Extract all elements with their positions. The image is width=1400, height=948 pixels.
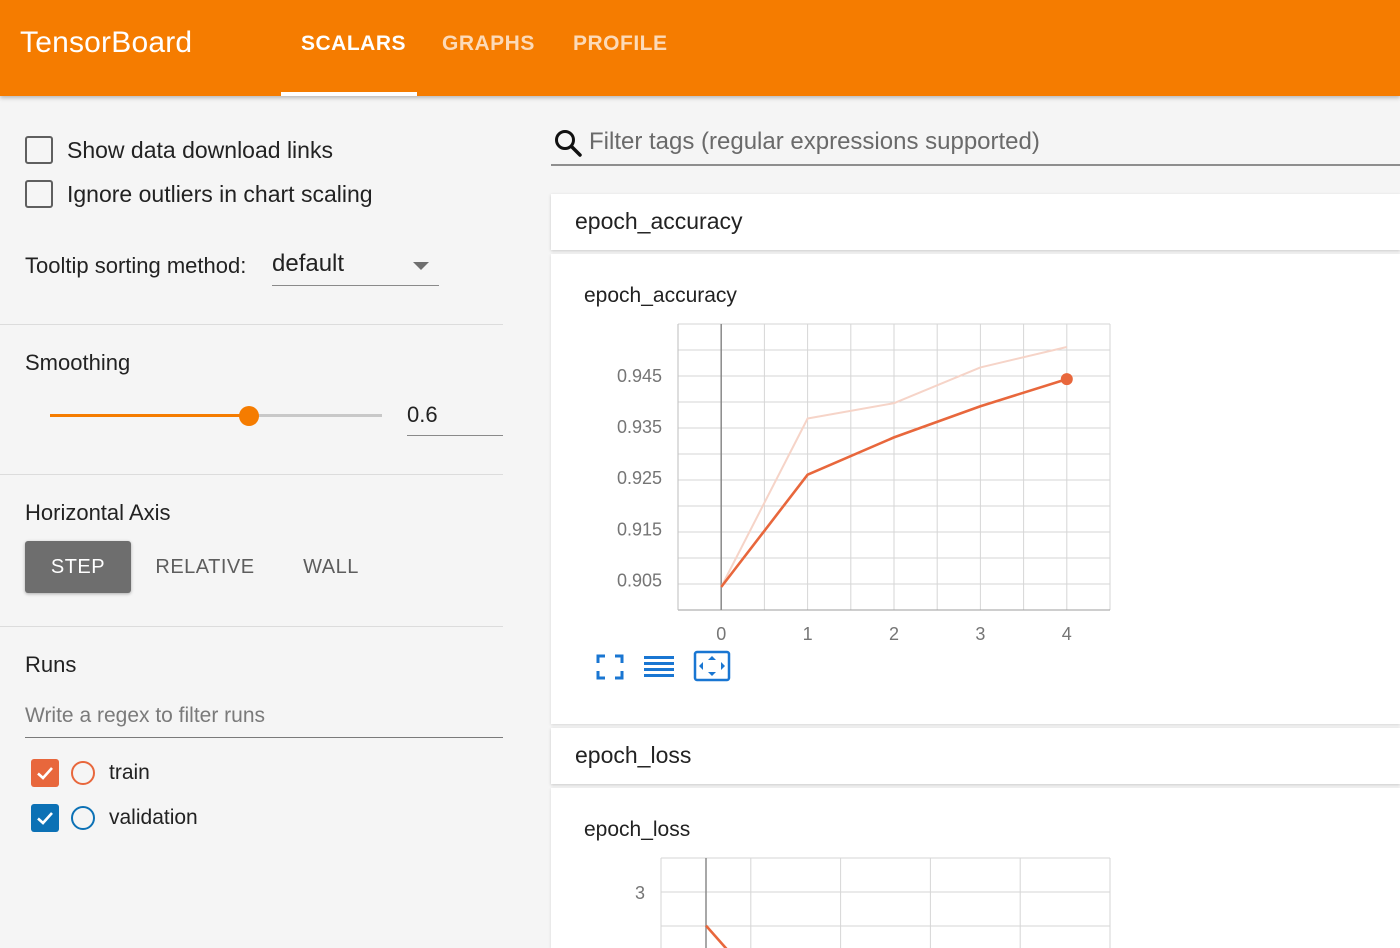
caret-down-icon [413, 262, 429, 270]
run-item-train[interactable]: train [31, 759, 150, 787]
x-tick-label: 1 [803, 624, 813, 644]
list-icon [644, 656, 674, 677]
run-train-checkbox[interactable] [31, 759, 59, 787]
x-tick-label: 2 [889, 624, 899, 644]
tooltip-sorting-select[interactable]: default [272, 246, 439, 286]
y-tick-label: 0.905 [617, 570, 662, 590]
accuracy-chart[interactable]: 0.945 0.935 0.925 0.915 0.905 0 1 2 3 4 [551, 254, 1400, 724]
runs-filter-input[interactable]: Write a regex to filter runs [25, 696, 503, 738]
horizontal-axis-title: Horizontal Axis [25, 500, 171, 525]
tab-scalars[interactable]: SCALARS [301, 32, 406, 56]
tooltip-sorting-label: Tooltip sorting method: [25, 253, 247, 278]
axis-wall-button[interactable]: WALL [285, 541, 377, 593]
run-train-color-radio[interactable] [71, 761, 95, 785]
ignore-outliers-option[interactable]: Ignore outliers in chart scaling [25, 180, 373, 208]
show-download-links-label: Show data download links [67, 136, 333, 163]
axis-step-button[interactable]: STEP [25, 541, 131, 593]
divider [0, 474, 503, 475]
toggle-y-log-button[interactable] [642, 652, 676, 682]
pane-title: epoch_loss [575, 742, 692, 768]
smoothing-input[interactable]: 0.6 [407, 396, 503, 436]
fit-domain-button[interactable] [693, 650, 731, 682]
train-smoothed-line [705, 924, 728, 948]
tooltip-sorting-value: default [272, 250, 345, 277]
fit-domain-icon [693, 650, 731, 682]
pane-header-epoch-loss[interactable]: epoch_loss [551, 728, 1400, 784]
x-tick-label: 3 [975, 624, 985, 644]
search-icon [555, 130, 582, 157]
run-validation-color-radio[interactable] [71, 806, 95, 830]
run-train-label: train [109, 761, 150, 784]
pane-title: epoch_accuracy [575, 208, 743, 234]
smoothing-value: 0.6 [407, 402, 438, 427]
active-tab-indicator [281, 92, 417, 96]
x-tick-label: 4 [1062, 624, 1072, 644]
run-validation-checkbox[interactable] [31, 804, 59, 832]
ignore-outliers-label: Ignore outliers in chart scaling [67, 180, 373, 207]
top-app-bar: TensorBoard SCALARS GRAPHS PROFILE [0, 0, 1400, 96]
tag-filter-input[interactable]: Filter tags (regular expressions support… [551, 124, 1400, 166]
tab-profile[interactable]: PROFILE [573, 32, 668, 56]
y-tick-label: 0.935 [617, 417, 662, 437]
axis-relative-button[interactable]: RELATIVE [145, 541, 265, 593]
ignore-outliers-checkbox[interactable] [25, 180, 53, 208]
sidebar: Show data download links Ignore outliers… [0, 96, 503, 948]
x-tick-label: 0 [716, 624, 726, 644]
chart-card-epoch-loss: epoch_loss 3 [551, 788, 1400, 948]
fullscreen-button[interactable] [593, 652, 627, 682]
y-tick-label: 0.915 [617, 519, 662, 539]
smoothing-slider-handle[interactable] [239, 406, 259, 426]
tag-filter-placeholder: Filter tags (regular expressions support… [589, 128, 1040, 155]
run-validation-label: validation [109, 806, 198, 829]
main-content: Filter tags (regular expressions support… [503, 96, 1400, 948]
loss-chart[interactable]: 3 [551, 788, 1400, 948]
show-download-links-option[interactable]: Show data download links [25, 136, 333, 164]
runs-filter-placeholder: Write a regex to filter runs [25, 704, 266, 727]
tab-graphs[interactable]: GRAPHS [442, 32, 535, 56]
y-tick-label: 0.925 [617, 468, 662, 488]
last-point-marker [1060, 373, 1073, 386]
chart-card-epoch-accuracy: epoch_accuracy 0.945 0.935 0.925 0.915 0.905… [551, 254, 1400, 724]
y-tick-label: 3 [635, 883, 645, 903]
divider [0, 626, 503, 627]
run-item-validation[interactable]: validation [31, 804, 198, 832]
y-tick-label: 0.945 [617, 366, 662, 386]
check-icon [37, 767, 53, 780]
app-brand: TensorBoard [20, 26, 193, 59]
divider [0, 324, 503, 325]
smoothing-title: Smoothing [25, 350, 131, 375]
pane-header-epoch-accuracy[interactable]: epoch_accuracy [551, 194, 1400, 250]
runs-title: Runs [25, 652, 77, 677]
show-download-links-checkbox[interactable] [25, 136, 53, 164]
smoothing-slider-fill [50, 414, 249, 417]
fullscreen-icon [596, 654, 624, 680]
check-icon [37, 812, 53, 825]
